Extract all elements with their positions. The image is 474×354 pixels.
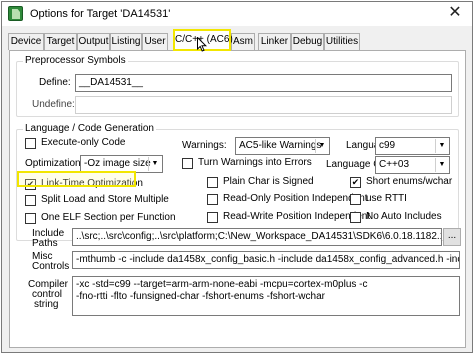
- tab-user[interactable]: User: [142, 33, 168, 50]
- include-paths-label-2: Paths: [32, 238, 58, 249]
- split-load-box[interactable]: [25, 195, 36, 206]
- keil-app-icon: [8, 6, 23, 21]
- split-load-label: Split Load and Store Multiple: [41, 194, 169, 205]
- execute-only-checkbox[interactable]: Execute-only Code: [25, 137, 145, 151]
- optimization-label: Optimization:: [25, 158, 84, 169]
- language-cpp-value: C++03: [379, 159, 410, 170]
- short-enums-checkbox[interactable]: Short enums/wchar: [350, 176, 453, 190]
- turn-warnings-label: Turn Warnings into Errors: [198, 157, 312, 168]
- close-button[interactable]: ✕: [444, 3, 466, 23]
- tab-target[interactable]: Target: [44, 33, 77, 50]
- compiler-control-string[interactable]: -xc -std=c99 --target=arm-arm-none-eabi …: [72, 276, 460, 316]
- tab-output[interactable]: Output: [77, 33, 110, 50]
- one-elf-label: One ELF Section per Function: [41, 212, 176, 223]
- turn-warnings-checkbox[interactable]: Turn Warnings into Errors: [182, 157, 312, 171]
- short-enums-box[interactable]: [350, 177, 361, 188]
- language-group-title: Language / Code Generation: [23, 123, 156, 134]
- execute-only-box[interactable]: [25, 138, 36, 149]
- mouse-cursor-icon: [197, 37, 207, 52]
- optimization-value: -Oz image size: [84, 158, 151, 169]
- language-c-value: c99: [379, 140, 396, 151]
- plain-char-box[interactable]: [207, 177, 218, 188]
- use-rtti-checkbox[interactable]: use RTTI: [350, 193, 430, 207]
- warnings-select[interactable]: AC5-like Warnings ▼: [235, 137, 330, 155]
- short-enums-label: Short enums/wchar: [366, 176, 453, 187]
- tab-linker[interactable]: Linker: [258, 33, 291, 50]
- window-title: Options for Target 'DA14531': [30, 8, 171, 20]
- rwpi-box[interactable]: [207, 212, 218, 223]
- tab-listing[interactable]: Listing: [110, 33, 142, 50]
- chevron-down-icon[interactable]: ▼: [315, 139, 328, 153]
- no-auto-includes-box[interactable]: [350, 212, 361, 223]
- chevron-down-icon[interactable]: ▼: [435, 139, 448, 153]
- tab-utilities[interactable]: Utilities: [324, 33, 360, 50]
- one-elf-checkbox[interactable]: One ELF Section per Function: [25, 212, 176, 226]
- chevron-down-icon[interactable]: ▼: [148, 157, 161, 171]
- execute-only-label: Execute-only Code: [41, 137, 126, 148]
- use-rtti-box[interactable]: [350, 194, 361, 205]
- ropi-box[interactable]: [207, 194, 218, 205]
- language-cpp-select[interactable]: C++03 ▼: [375, 156, 450, 174]
- compiler-string-label-3: string: [34, 299, 59, 310]
- no-auto-includes-label: No Auto Includes: [366, 211, 442, 222]
- tab-asm[interactable]: Asm: [231, 33, 255, 50]
- tab-debug[interactable]: Debug: [291, 33, 324, 50]
- misc-controls-field[interactable]: -mthumb -c -include da1458x_config_basic…: [72, 251, 460, 269]
- ropi-checkbox[interactable]: Read-Only Position Independent: [207, 193, 368, 207]
- no-auto-includes-checkbox[interactable]: No Auto Includes: [350, 211, 450, 225]
- chevron-down-icon[interactable]: ▼: [435, 158, 448, 172]
- include-paths-field[interactable]: ..\src;..\src\config;..\src\platform;C:\…: [72, 228, 442, 246]
- use-rtti-label: use RTTI: [366, 193, 407, 204]
- warnings-value: AC5-like Warnings: [239, 140, 322, 151]
- warnings-label: Warnings:: [182, 140, 227, 151]
- rwpi-label: Read-Write Position Independent: [223, 211, 371, 222]
- misc-controls-label-2: Controls: [32, 261, 70, 272]
- plain-char-label: Plain Char is Signed: [223, 176, 314, 187]
- undefine-field[interactable]: [75, 96, 452, 114]
- rwpi-checkbox[interactable]: Read-Write Position Independent: [207, 211, 370, 225]
- compiler-string-line-2: -fno-rtti -flto -funsigned-char -fshort-…: [76, 291, 325, 302]
- undefine-label: Undefine:: [32, 99, 75, 110]
- turn-warnings-box[interactable]: [182, 158, 193, 169]
- ropi-label: Read-Only Position Independent: [223, 193, 368, 204]
- preprocessor-group-title: Preprocessor Symbols: [23, 55, 128, 66]
- lto-highlight-marker: [17, 171, 136, 187]
- plain-char-checkbox[interactable]: Plain Char is Signed: [207, 176, 317, 190]
- language-c-select[interactable]: c99 ▼: [375, 137, 450, 155]
- compiler-string-line-1: -xc -std=c99 --target=arm-arm-none-eabi …: [76, 279, 368, 290]
- options-dialog: Options for Target 'DA14531' ✕ Device Ta…: [1, 1, 473, 353]
- preprocessor-group: Preprocessor Symbols Define: __DA14531__…: [16, 55, 459, 117]
- split-load-checkbox[interactable]: Split Load and Store Multiple: [25, 194, 169, 208]
- title-bar: Options for Target 'DA14531' ✕: [2, 2, 472, 26]
- c-cpp-tab-panel: Preprocessor Symbols Define: __DA14531__…: [9, 50, 466, 348]
- tab-device[interactable]: Device: [8, 33, 44, 50]
- include-paths-browse-button[interactable]: ...: [443, 228, 461, 246]
- define-field[interactable]: __DA14531__: [75, 74, 452, 92]
- define-label: Define:: [39, 77, 71, 88]
- one-elf-box[interactable]: [25, 213, 36, 224]
